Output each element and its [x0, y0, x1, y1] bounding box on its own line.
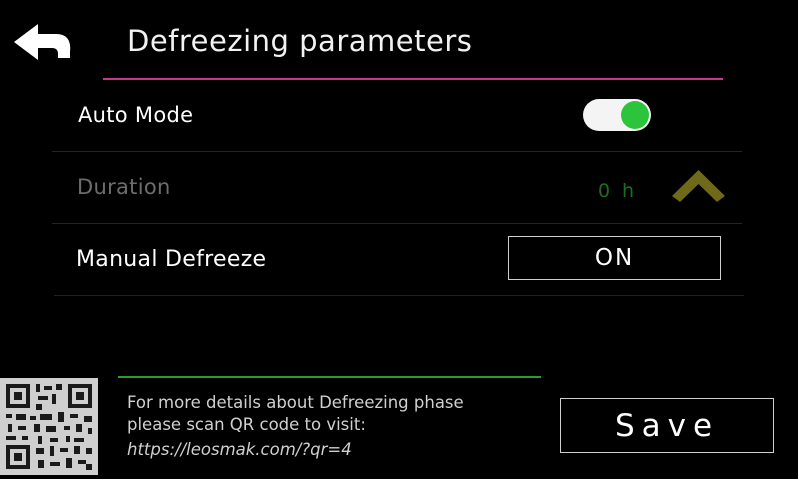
qr-code-icon	[0, 378, 98, 475]
info-text-line-2: please scan QR code to visit:	[127, 415, 366, 434]
save-button[interactable]: Save	[560, 398, 774, 453]
row-divider	[52, 151, 742, 152]
info-url[interactable]: https://leosmak.com/?qr=4	[127, 440, 352, 459]
toggle-knob	[621, 101, 649, 129]
footer-divider	[118, 376, 541, 378]
row-divider	[54, 295, 744, 296]
info-text-line-1: For more details about Defreezing phase	[127, 393, 464, 412]
manual-defreeze-button[interactable]: ON	[508, 236, 721, 280]
auto-mode-label: Auto Mode	[78, 103, 194, 127]
auto-mode-toggle[interactable]	[583, 99, 651, 131]
duration-increase-button[interactable]	[670, 166, 727, 202]
title-divider	[103, 78, 723, 80]
qr-code	[0, 378, 98, 475]
duration-label: Duration	[77, 175, 171, 199]
back-button[interactable]	[12, 22, 74, 66]
page-title: Defreezing parameters	[127, 24, 473, 58]
manual-defreeze-label: Manual Defreeze	[76, 247, 267, 272]
back-arrow-icon	[14, 24, 71, 60]
row-divider	[52, 223, 742, 224]
chevron-up-icon	[672, 170, 725, 202]
duration-value: 0	[598, 180, 613, 202]
duration-unit: h	[622, 180, 635, 202]
